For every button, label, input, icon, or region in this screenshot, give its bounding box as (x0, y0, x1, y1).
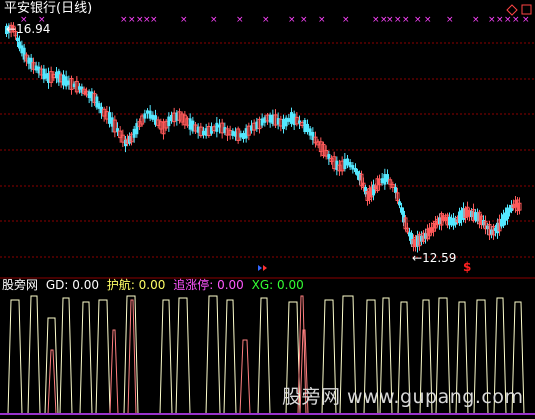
candle-body (380, 178, 384, 184)
candle-body (64, 76, 68, 87)
candle-body (351, 165, 355, 170)
legend-zhuizhangting-name: 追涨停 (173, 278, 210, 292)
chart-title: 平安银行(日线) (4, 1, 93, 16)
legend-zhuizhangting-value: 0.00 (217, 278, 244, 292)
candle-body (308, 128, 312, 136)
candle-body (290, 112, 293, 124)
candle-body (231, 130, 235, 136)
marker-x-icon: × (414, 15, 422, 25)
candle-body (202, 130, 205, 136)
candle-body (284, 117, 288, 127)
high-price-label: 16.94 (16, 22, 51, 36)
legend-xg-value: 0.00 (277, 278, 304, 292)
candle-body (188, 118, 192, 130)
marker-x-icon: × (472, 15, 480, 25)
marker-x-icon: × (446, 15, 454, 25)
candle-body (108, 112, 111, 124)
candle-body (62, 74, 65, 86)
candle-body (303, 120, 307, 132)
candle-body (394, 187, 397, 193)
candle-body (383, 174, 387, 185)
candle-body (132, 128, 136, 138)
marker-x-icon: × (522, 15, 530, 25)
candle-body (242, 133, 245, 139)
low-price-label: 12.59 (422, 251, 457, 265)
stock-chart-window: × × × × × × × × × × × × × × × × × × × × × × × × × × × × × 平安银行(日线) ←… (0, 0, 535, 419)
marker-x-icon: × (394, 15, 402, 25)
marker-x-icon: × (262, 15, 270, 25)
marker-x-icon: × (318, 15, 326, 25)
marker-x-icon: × (386, 15, 394, 25)
indicator-source-label: 股旁网 (2, 278, 39, 292)
candle-body (398, 201, 401, 206)
legend-gd-value: 0.00 (72, 278, 99, 292)
candle-body (87, 91, 91, 99)
marker-x-icon: × (288, 15, 296, 25)
candle-body (306, 123, 309, 133)
candle-body (146, 110, 149, 114)
candle-body (348, 162, 352, 168)
marker-x-icon: × (512, 15, 520, 25)
candle-body (343, 158, 347, 170)
marker-x-icon: × (424, 15, 432, 25)
marker-x-icon: × (342, 15, 350, 25)
legend-xg-name: XG (251, 278, 270, 292)
indicator-legend: 股旁网 GD: 0.00 护航: 0.00 追涨停: 0.00 XG: 0.00 (2, 278, 304, 292)
candle-body (16, 37, 19, 42)
candle-body (215, 122, 219, 132)
candle-body (34, 65, 38, 71)
marker-x-icon: × (496, 15, 504, 25)
high-price-annotation: ←16.94 (6, 22, 51, 36)
candle-body (148, 110, 152, 119)
marker-x-icon: × (120, 15, 128, 25)
candle-body (282, 118, 285, 130)
chart-background (0, 0, 535, 419)
legend-huhang-value: 0.00 (138, 278, 166, 292)
marker-x-icon: × (488, 15, 496, 25)
marker-x-icon: × (150, 15, 158, 25)
marker-x-icon: × (372, 15, 380, 25)
legend-gd-name: GD (45, 278, 65, 292)
candle-body (143, 113, 147, 119)
marker-x-icon: × (402, 15, 410, 25)
marker-x-icon: × (236, 15, 244, 25)
chart-canvas[interactable]: × × × × × × × × × × × × × × × × ×× × × × × × × × × × × × (0, 0, 535, 419)
marker-x-icon: × (210, 15, 218, 25)
marker-x-icon: × (504, 15, 512, 25)
candle-body (268, 114, 272, 123)
low-price-annotation: ←12.59 (412, 251, 457, 265)
marker-x-icon: × (128, 15, 136, 25)
watermark: 股旁网 www.gupang.com (282, 386, 524, 408)
buy-signal-icon[interactable]: $ (463, 260, 471, 274)
candle-body (260, 118, 264, 126)
candle-body (239, 133, 243, 138)
marker-x-icon: × (300, 15, 308, 25)
candle-body (167, 116, 171, 127)
candle-body (151, 114, 155, 120)
candle-body (346, 158, 349, 166)
legend-huhang-name: 护航 (106, 278, 131, 292)
marker-x-icon: × (180, 15, 188, 25)
candle-body (287, 118, 291, 122)
